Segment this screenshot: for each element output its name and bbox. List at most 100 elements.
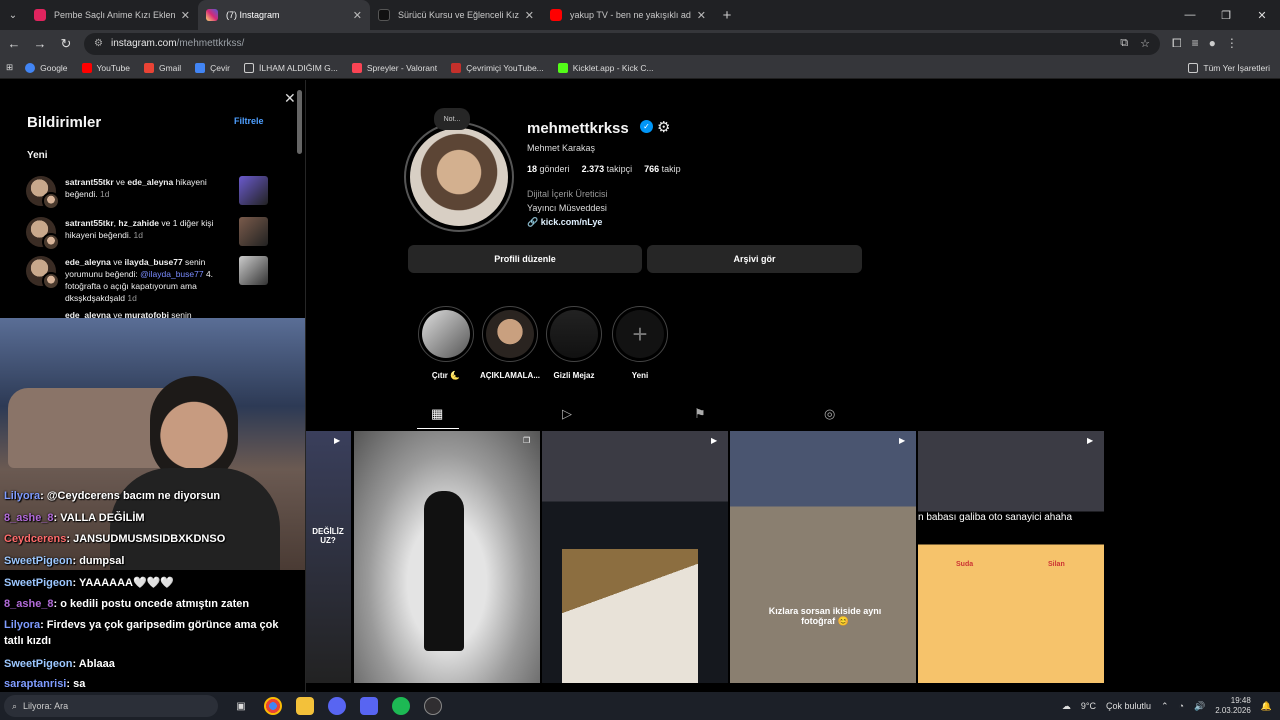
username[interactable]: satrant55tkr	[65, 218, 114, 228]
username[interactable]: ilayda_buse77	[125, 257, 183, 267]
url-host: instagram.com	[110, 38, 177, 49]
close-icon[interactable]: ✕	[284, 90, 296, 107]
story-thumbnail[interactable]	[239, 217, 268, 246]
reload-icon[interactable]: ↻	[54, 32, 78, 56]
close-icon[interactable]: ✕	[525, 9, 534, 22]
browser-tab-3[interactable]: Sürücü Kursu ve Eğlenceli Kızgı ✕	[370, 0, 542, 30]
taskbar-search[interactable]: ⌕ Lilyora: Ara	[4, 695, 218, 717]
followers-stat[interactable]: 2.373 takipçi	[582, 164, 633, 174]
bookmark-valorant[interactable]: Spreyler - Valorant	[351, 62, 437, 73]
chat-nick: saraptanrisi	[4, 678, 67, 690]
bookmark-gmail[interactable]: Gmail	[143, 62, 181, 73]
volume-icon[interactable]: 🔊	[1194, 701, 1205, 712]
apps-icon[interactable]: ⊞	[6, 62, 13, 73]
post-tile[interactable]: ▶	[542, 431, 728, 683]
username[interactable]: ede_aleyna	[127, 177, 173, 187]
profile-link[interactable]: 🔗 kick.com/nLye	[527, 217, 602, 228]
close-icon[interactable]: ✕	[697, 9, 706, 22]
filter-button[interactable]: Filtrele	[234, 116, 264, 126]
install-app-icon[interactable]: ⧉	[1120, 37, 1128, 50]
bookmark-translate[interactable]: Çevir	[195, 62, 230, 73]
tray-overflow-icon[interactable]: ⌃	[1161, 701, 1169, 712]
story-thumbnail[interactable]	[239, 176, 268, 205]
task-view-icon[interactable]: ▣	[232, 697, 250, 715]
new-tab-button[interactable]: +	[714, 0, 740, 30]
obs-icon[interactable]	[424, 697, 442, 715]
mention-link[interactable]: @ilayda_buse77	[140, 269, 203, 279]
browser-tab-4[interactable]: yakup TV - ben ne yakışıklı ada ✕	[542, 0, 714, 30]
avatar	[42, 192, 60, 210]
saved-tab-icon[interactable]: ⚑	[694, 406, 706, 422]
weather-icon[interactable]: ☁	[1062, 701, 1071, 712]
post-tile[interactable]: ▶ DEĞİLİZ UZ?	[306, 431, 351, 683]
menu-icon[interactable]: ⋮	[1226, 36, 1238, 51]
notification-item[interactable]: ede_aleyna ve ilayda_buse77 senin yorumu…	[26, 256, 274, 306]
highlight-ring: +	[612, 306, 668, 362]
edit-profile-button[interactable]: Profili düzenle	[408, 245, 642, 273]
tab-favicon-icon	[34, 9, 46, 21]
wifi-icon[interactable]: ◔	[1179, 701, 1184, 711]
discord-icon[interactable]	[360, 697, 378, 715]
notification-item[interactable]: satrant55tkr ve ede_aleyna hikayeni beğe…	[26, 176, 274, 212]
view-archive-button[interactable]: Arşivi gör	[647, 245, 862, 273]
spotify-icon[interactable]	[392, 697, 410, 715]
post-tile[interactable]: ▶ Kızlara sorsan ikiside aynı fotoğraf 😊	[730, 431, 916, 683]
note-bubble[interactable]: Not...	[434, 108, 470, 130]
notifications-icon[interactable]: 🔔	[1261, 701, 1272, 712]
back-icon[interactable]: ←	[2, 32, 26, 56]
extensions-icon[interactable]: ⧠	[1172, 36, 1182, 51]
profile-avatar-icon[interactable]: ●	[1209, 36, 1216, 51]
address-bar[interactable]: ⚙ instagram.com/mehmettkrkss/ ⧉ ☆	[84, 32, 1160, 55]
notification-item[interactable]: satrant55tkr, hz_zahide ve 1 diğer kişi …	[26, 217, 274, 253]
close-icon[interactable]: ✕	[181, 9, 190, 22]
all-bookmarks[interactable]: Tüm Yer İşaretleri	[1188, 62, 1270, 73]
bookmark-star-icon[interactable]: ☆	[1140, 37, 1150, 50]
username[interactable]: ede_aleyna	[65, 257, 111, 267]
username[interactable]: hz_zahide	[118, 218, 159, 228]
reel-icon: ▶	[899, 436, 906, 445]
clock[interactable]: 19:48 2.03.2026	[1215, 696, 1251, 716]
bookmark-kicklet[interactable]: Kicklet.app - Kick C...	[557, 62, 654, 73]
bookmark-google[interactable]: Google	[25, 62, 68, 73]
bookmark-youtube-online[interactable]: Çevrimiçi YouTube...	[451, 62, 544, 73]
profile-avatar[interactable]	[404, 122, 514, 232]
bookmark-youtube[interactable]: YouTube	[81, 62, 130, 73]
highlight-3[interactable]: Gizli Mejaz	[544, 306, 604, 380]
link-icon: 🔗	[527, 217, 541, 227]
window-controls: — ❐ ✕	[1172, 0, 1280, 30]
close-icon[interactable]: ✕	[353, 9, 362, 22]
minimize-icon[interactable]: —	[1172, 0, 1208, 30]
post-overlay-text: Kızlara sorsan ikiside aynı fotoğraf 😊	[768, 606, 882, 626]
app-icon[interactable]	[328, 697, 346, 715]
browser-tab-1[interactable]: Pembe Saçlı Anime Kızı Eklendi ✕	[26, 0, 198, 30]
tab-search-button[interactable]: ⌄	[0, 0, 26, 30]
close-window-icon[interactable]: ✕	[1244, 0, 1280, 30]
following-stat[interactable]: 766 takip	[644, 164, 681, 174]
post-overlay-text: n babası galiba oto sanayici ahaha	[918, 512, 1073, 523]
posts-stat[interactable]: 18 gönderi	[527, 164, 570, 174]
posts-label: gönderi	[539, 164, 570, 174]
site-info-icon[interactable]: ⚙	[94, 38, 103, 49]
post-thumbnail[interactable]	[239, 256, 268, 285]
tagged-tab-icon[interactable]: ◎	[824, 406, 835, 422]
browser-tab-2[interactable]: (7) Instagram ✕	[198, 0, 370, 30]
reels-tab-icon[interactable]: ▷	[562, 406, 572, 422]
bookmark-folder[interactable]: İLHAM ALDIĞIM G...	[244, 62, 338, 73]
forward-icon[interactable]: →	[28, 32, 52, 56]
chat-nick: SweetPigeon	[4, 577, 73, 589]
highlight-2[interactable]: AÇIKLAMALA...	[480, 306, 540, 380]
profile-tabs: ▦ ▷ ⚑ ◎	[416, 400, 872, 430]
username[interactable]: satrant55tkr	[65, 177, 114, 187]
chrome-icon[interactable]	[264, 697, 282, 715]
highlight-1[interactable]: Çıtır 🌜	[416, 306, 476, 380]
restore-icon[interactable]: ❐	[1208, 0, 1244, 30]
grid-tab-icon[interactable]: ▦	[431, 406, 443, 422]
folder-icon	[244, 62, 254, 73]
media-icon[interactable]: ≡	[1192, 36, 1199, 51]
scrollbar[interactable]	[297, 90, 302, 154]
file-explorer-icon[interactable]	[296, 697, 314, 715]
post-tile[interactable]: ▶ n babası galiba oto sanayici ahaha Sud…	[918, 431, 1104, 683]
settings-gear-icon[interactable]: ⚙	[657, 118, 670, 136]
new-highlight-button[interactable]: + Yeni	[610, 306, 670, 380]
post-tile[interactable]: ❐	[354, 431, 540, 683]
